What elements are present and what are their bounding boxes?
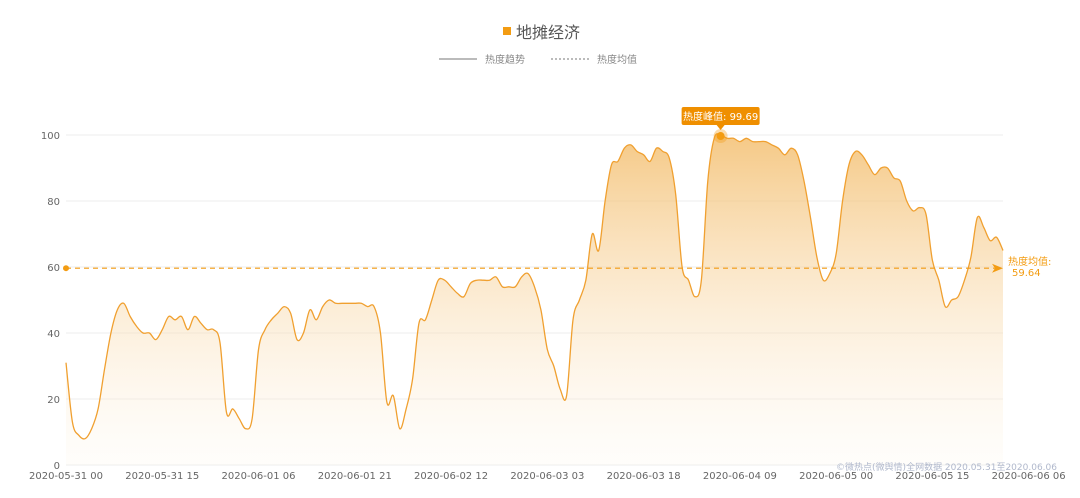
peak-tooltip-pointer: [716, 125, 725, 131]
x-tick-label: 2020-06-02 12: [414, 471, 488, 482]
average-start-dot: [63, 265, 69, 272]
x-tick-label: 2020-06-04 09: [703, 471, 777, 482]
y-tick-label: 20: [47, 395, 60, 406]
x-tick-label: 2020-06-01 06: [222, 471, 296, 482]
average-value: 59.64: [1012, 268, 1041, 279]
title-marker: [503, 27, 511, 35]
title-text: 地摊经济: [516, 23, 580, 42]
x-tick-label: 2020-06-01 21: [318, 471, 392, 482]
average-label: 热度均值:: [1008, 255, 1051, 268]
x-tick-label: 2020-05-31 15: [125, 471, 199, 482]
x-tick-label: 2020-05-31 00: [29, 471, 103, 482]
peak-dot[interactable]: [716, 132, 725, 141]
x-tick-label: 2020-06-03 18: [607, 471, 681, 482]
legend-average-label[interactable]: 热度均值: [597, 53, 637, 66]
y-tick-label: 100: [41, 131, 60, 142]
legend[interactable]: 热度趋势 热度均值: [439, 53, 637, 66]
legend-trend-label[interactable]: 热度趋势: [485, 53, 525, 66]
heat-trend-chart: 地摊经济 热度趋势 热度均值 020406080100 2020-05-31 0…: [29, 23, 1066, 482]
x-tick-label: 2020-06-03 03: [510, 471, 584, 482]
peak-tooltip-text: 热度峰值: 99.69: [683, 110, 758, 123]
trend-area-fill: [66, 133, 1003, 465]
y-tick-label: 80: [47, 197, 60, 208]
y-axis: 020406080100: [41, 131, 60, 472]
peak-marker[interactable]: 热度峰值: 99.69: [681, 107, 760, 144]
y-tick-label: 60: [47, 263, 60, 274]
chart-title: 地摊经济: [503, 23, 580, 42]
y-tick-label: 40: [47, 329, 60, 340]
watermark: ©微热点(微舆情)全网数据 2020.05.31至2020.06.06: [836, 461, 1057, 473]
